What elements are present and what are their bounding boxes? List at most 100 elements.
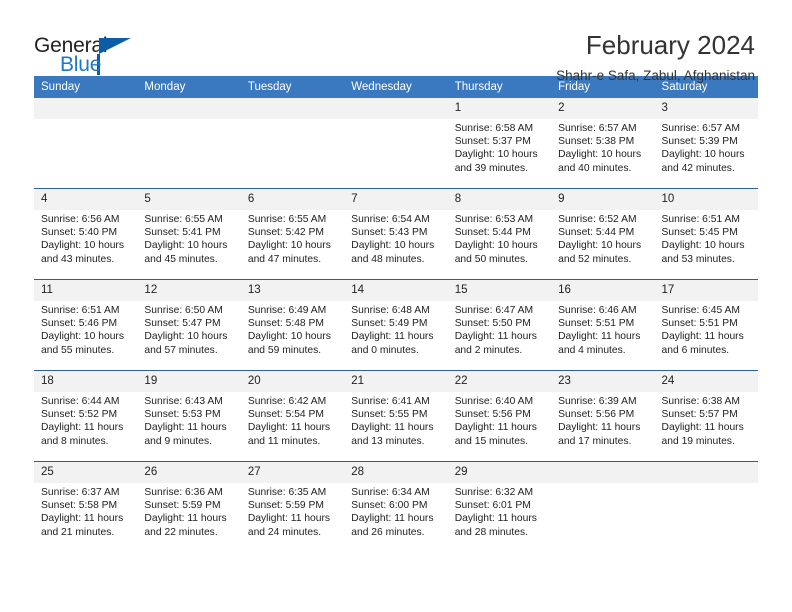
calendar-day-cell-empty — [654, 461, 758, 552]
sunset-text: Sunset: 5:46 PM — [41, 318, 118, 330]
calendar-day-cell[interactable]: 5 Sunrise: 6:55 AM Sunset: 5:41 PM Daylight… — [137, 188, 241, 280]
general-blue-logo[interactable]: General Blue — [34, 30, 154, 80]
calendar-day-cell[interactable]: 27 Sunrise: 6:35 AM Sunset: 5:59 PM Dayligh… — [240, 461, 345, 552]
day-details: Sunrise: 6:56 AM Sunset: 5:40 PM Daylight:… — [34, 210, 137, 266]
sunrise-sunset-calendar: Sunday Monday Tuesday Wednesday Thursday… — [34, 76, 758, 552]
day-number: 17 — [654, 280, 758, 301]
sunset-text: Sunset: 5:40 PM — [41, 227, 118, 239]
calendar-day-cell[interactable]: 3 Sunrise: 6:57 AM Sunset: 5:39 PM Daylight… — [654, 98, 758, 189]
sunrise-text: Sunrise: 6:57 AM — [661, 123, 740, 134]
calendar-day-cell-empty — [34, 98, 138, 189]
calendar-day-cell-empty — [240, 98, 345, 189]
calendar-day-cell[interactable]: 4 Sunrise: 6:56 AM Sunset: 5:40 PM Daylight… — [34, 188, 138, 280]
day-details: Sunrise: 6:57 AM Sunset: 5:39 PM Daylight:… — [655, 119, 758, 175]
daylight-text: Daylight: 10 hours and 53 minutes. — [661, 240, 745, 265]
calendar-day-cell[interactable]: 17 Sunrise: 6:45 AM Sunset: 5:51 PM Dayligh… — [654, 279, 758, 371]
day-details: Sunrise: 6:53 AM Sunset: 5:44 PM Daylight:… — [448, 210, 551, 266]
daylight-text: Daylight: 10 hours and 45 minutes. — [144, 240, 228, 265]
day-details: Sunrise: 6:49 AM Sunset: 5:48 PM Daylight:… — [241, 301, 344, 357]
calendar-page: General Blue February 2024 Shahr-e Safa,… — [0, 0, 792, 612]
sunrise-text: Sunrise: 6:35 AM — [247, 487, 327, 498]
sunrise-text: Sunrise: 6:47 AM — [454, 305, 534, 316]
daylight-text: Daylight: 11 hours and 15 minutes. — [454, 422, 537, 447]
day-number — [240, 98, 345, 119]
daylight-text: Daylight: 10 hours and 57 minutes. — [144, 331, 228, 356]
calendar-day-cell[interactable]: 11 Sunrise: 6:51 AM Sunset: 5:46 PM Dayligh… — [34, 279, 138, 371]
calendar-day-cell[interactable]: 8 Sunrise: 6:53 AM Sunset: 5:44 PM Daylight… — [447, 188, 552, 280]
day-number: 3 — [654, 98, 758, 119]
calendar-day-cell[interactable]: 22 Sunrise: 6:40 AM Sunset: 5:56 PM Dayligh… — [447, 370, 552, 462]
daylight-text: Daylight: 11 hours and 19 minutes. — [661, 422, 744, 447]
day-details: Sunrise: 6:36 AM Sunset: 5:59 PM Daylight:… — [137, 483, 240, 539]
day-number: 11 — [34, 280, 138, 301]
calendar-day-cell[interactable]: 6 Sunrise: 6:55 AM Sunset: 5:42 PM Daylight… — [240, 188, 345, 280]
sunrise-text: Sunrise: 6:41 AM — [351, 396, 430, 407]
day-number: 8 — [447, 189, 552, 210]
sunset-text: Sunset: 5:51 PM — [661, 318, 738, 330]
daylight-text: Daylight: 10 hours and 55 minutes. — [41, 331, 124, 356]
sunrise-text: Sunrise: 6:49 AM — [247, 305, 327, 316]
day-details: Sunrise: 6:40 AM Sunset: 5:56 PM Daylight:… — [448, 392, 551, 448]
sunset-text: Sunset: 5:54 PM — [247, 409, 324, 421]
day-number: 24 — [654, 371, 758, 392]
daylight-text: Daylight: 11 hours and 4 minutes. — [558, 331, 641, 356]
day-details: Sunrise: 6:34 AM Sunset: 6:00 PM Daylight:… — [344, 483, 447, 539]
calendar-day-cell[interactable]: 7 Sunrise: 6:54 AM Sunset: 5:43 PM Daylight… — [344, 188, 448, 280]
day-details: Sunrise: 6:39 AM Sunset: 5:56 PM Daylight:… — [551, 392, 654, 448]
sunset-text: Sunset: 5:41 PM — [144, 227, 221, 239]
day-details: Sunrise: 6:57 AM Sunset: 5:38 PM Daylight:… — [551, 119, 654, 175]
day-number: 9 — [551, 189, 655, 210]
calendar-day-cell[interactable]: 19 Sunrise: 6:43 AM Sunset: 5:53 PM Dayligh… — [137, 370, 241, 462]
sunset-text: Sunset: 5:57 PM — [661, 409, 738, 421]
sunset-text: Sunset: 5:52 PM — [41, 409, 118, 421]
sunrise-text: Sunrise: 6:42 AM — [247, 396, 327, 407]
calendar-day-cell[interactable]: 15 Sunrise: 6:47 AM Sunset: 5:50 PM Dayligh… — [447, 279, 552, 371]
daylight-text: Daylight: 11 hours and 17 minutes. — [558, 422, 641, 447]
calendar-day-cell[interactable]: 28 Sunrise: 6:34 AM Sunset: 6:00 PM Dayligh… — [344, 461, 448, 552]
calendar-day-cell[interactable]: 2 Sunrise: 6:57 AM Sunset: 5:38 PM Daylight… — [551, 98, 655, 189]
day-details: Sunrise: 6:46 AM Sunset: 5:51 PM Daylight:… — [551, 301, 654, 357]
sunset-text: Sunset: 5:59 PM — [247, 500, 324, 512]
day-details: Sunrise: 6:52 AM Sunset: 5:44 PM Daylight:… — [551, 210, 654, 266]
day-details: Sunrise: 6:37 AM Sunset: 5:58 PM Daylight:… — [34, 483, 137, 539]
calendar-body: 1 Sunrise: 6:58 AM Sunset: 5:37 PM Daylight… — [34, 98, 758, 552]
daylight-text: Daylight: 11 hours and 13 minutes. — [351, 422, 434, 447]
day-number: 10 — [654, 189, 758, 210]
calendar-day-cell[interactable]: 13 Sunrise: 6:49 AM Sunset: 5:48 PM Dayligh… — [240, 279, 345, 371]
sunset-text: Sunset: 5:50 PM — [454, 318, 531, 330]
calendar-day-cell[interactable]: 18 Sunrise: 6:44 AM Sunset: 5:52 PM Dayligh… — [34, 370, 138, 462]
sunset-text: Sunset: 5:37 PM — [454, 136, 531, 148]
calendar-week-row: 18 Sunrise: 6:44 AM Sunset: 5:52 PM Dayligh… — [34, 370, 758, 462]
daylight-text: Daylight: 11 hours and 22 minutes. — [144, 513, 227, 538]
calendar-day-cell[interactable]: 12 Sunrise: 6:50 AM Sunset: 5:47 PM Dayligh… — [137, 279, 241, 371]
calendar-day-cell[interactable]: 26 Sunrise: 6:36 AM Sunset: 5:59 PM Dayligh… — [137, 461, 241, 552]
calendar-day-cell[interactable]: 9 Sunrise: 6:52 AM Sunset: 5:44 PM Daylight… — [551, 188, 655, 280]
calendar-day-cell[interactable]: 25 Sunrise: 6:37 AM Sunset: 5:58 PM Dayligh… — [34, 461, 138, 552]
calendar-day-cell[interactable]: 16 Sunrise: 6:46 AM Sunset: 5:51 PM Dayligh… — [551, 279, 655, 371]
daylight-text: Daylight: 10 hours and 52 minutes. — [558, 240, 642, 265]
day-number: 20 — [240, 371, 345, 392]
day-details: Sunrise: 6:51 AM Sunset: 5:45 PM Daylight:… — [655, 210, 758, 266]
day-number: 6 — [240, 189, 345, 210]
sunrise-text: Sunrise: 6:38 AM — [661, 396, 740, 407]
sunset-text: Sunset: 5:38 PM — [558, 136, 635, 148]
calendar-day-cell[interactable]: 21 Sunrise: 6:41 AM Sunset: 5:55 PM Dayligh… — [344, 370, 448, 462]
calendar-day-cell[interactable]: 1 Sunrise: 6:58 AM Sunset: 5:37 PM Daylight… — [447, 98, 552, 189]
day-number: 21 — [344, 371, 448, 392]
day-details: Sunrise: 6:51 AM Sunset: 5:46 PM Daylight:… — [34, 301, 137, 357]
day-number: 16 — [551, 280, 655, 301]
day-number: 25 — [34, 462, 138, 483]
calendar-day-cell[interactable]: 14 Sunrise: 6:48 AM Sunset: 5:49 PM Dayligh… — [344, 279, 448, 371]
calendar-day-cell[interactable]: 10 Sunrise: 6:51 AM Sunset: 5:45 PM Dayligh… — [654, 188, 758, 280]
daylight-text: Daylight: 11 hours and 24 minutes. — [247, 513, 331, 538]
sunrise-text: Sunrise: 6:50 AM — [144, 305, 223, 316]
sunset-text: Sunset: 5:43 PM — [351, 227, 428, 239]
sunrise-text: Sunrise: 6:44 AM — [41, 396, 120, 407]
calendar-day-cell[interactable]: 20 Sunrise: 6:42 AM Sunset: 5:54 PM Dayligh… — [240, 370, 345, 462]
calendar-day-cell[interactable]: 29 Sunrise: 6:32 AM Sunset: 6:01 PM Dayligh… — [447, 461, 552, 552]
day-number: 19 — [137, 371, 241, 392]
daylight-text: Daylight: 11 hours and 9 minutes. — [144, 422, 227, 447]
calendar-week-row: 4 Sunrise: 6:56 AM Sunset: 5:40 PM Daylight… — [34, 188, 758, 280]
calendar-day-cell[interactable]: 24 Sunrise: 6:38 AM Sunset: 5:57 PM Dayligh… — [654, 370, 758, 462]
calendar-day-cell[interactable]: 23 Sunrise: 6:39 AM Sunset: 5:56 PM Dayligh… — [551, 370, 655, 462]
